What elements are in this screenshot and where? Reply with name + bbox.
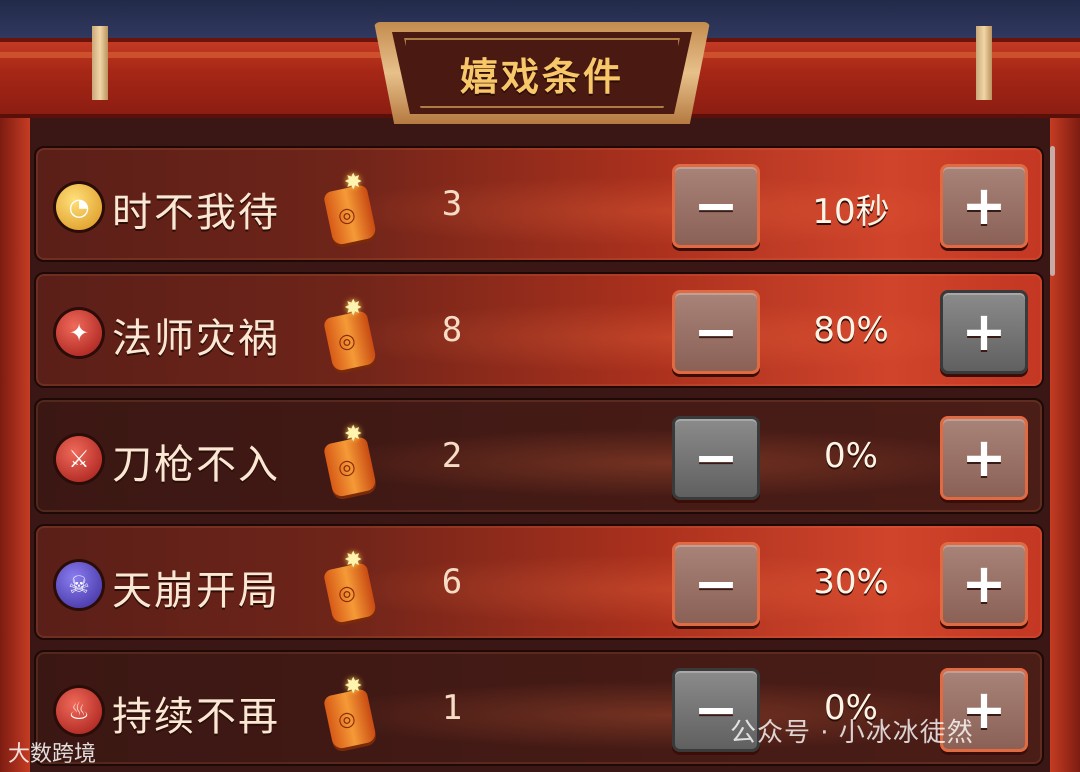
- beam-post-right: [976, 26, 992, 100]
- condition-score: 6: [441, 562, 463, 602]
- minus-icon: −: [693, 552, 739, 615]
- plus-icon: +: [961, 300, 1007, 363]
- minus-icon: −: [693, 300, 739, 363]
- minus-icon: −: [693, 174, 739, 237]
- plus-icon: +: [961, 552, 1007, 615]
- condition-row: ⚔ 刀枪不入 ✸ 2 − 0% +: [34, 398, 1044, 514]
- condition-value: 10秒: [812, 192, 890, 232]
- condition-name: 刀枪不入: [112, 442, 280, 488]
- minus-icon: −: [693, 426, 739, 489]
- condition-value: 80%: [813, 310, 889, 350]
- clock-icon-glyph: ◔: [68, 193, 90, 221]
- condition-name: 法师灾祸: [112, 316, 280, 362]
- condition-score: 8: [441, 310, 463, 350]
- increase-button[interactable]: +: [940, 416, 1028, 500]
- increase-button[interactable]: +: [940, 290, 1028, 374]
- clock-icon: ◔: [56, 184, 102, 230]
- decrease-button[interactable]: −: [672, 542, 760, 626]
- condition-name: 持续不再: [112, 694, 280, 740]
- page-title: 嬉戏条件: [459, 54, 624, 99]
- magic-shield-icon: ✦: [56, 310, 102, 356]
- condition-value: 0%: [824, 436, 878, 476]
- firecracker-icon: ✸: [322, 548, 378, 624]
- left-pillar: [0, 110, 30, 772]
- scrollbar[interactable]: [1050, 146, 1055, 276]
- sword-shield-icon: ⚔: [56, 436, 102, 482]
- watermark-left: 大数跨境: [8, 742, 97, 767]
- beam-post-left: [92, 26, 108, 100]
- decrease-button[interactable]: −: [672, 164, 760, 248]
- condition-row: ☠ 天崩开局 ✸ 6 − 30% +: [34, 524, 1044, 640]
- flame-shield-icon: ♨: [56, 688, 102, 734]
- skull-icon-glyph: ☠: [68, 571, 90, 599]
- flame-shield-icon-glyph: ♨: [68, 697, 90, 725]
- condition-row: ✦ 法师灾祸 ✸ 8 − 80% +: [34, 272, 1044, 388]
- magic-shield-icon-glyph: ✦: [68, 319, 90, 347]
- increase-button[interactable]: +: [940, 542, 1028, 626]
- plus-icon: +: [961, 426, 1007, 489]
- title-plaque-inner: 嬉戏条件: [392, 32, 692, 114]
- condition-row: ◔ 时不我待 ✸ 3 − 10秒 +: [34, 146, 1044, 262]
- firecracker-icon: ✸: [322, 296, 378, 372]
- condition-name: 时不我待: [112, 190, 280, 236]
- condition-value: 30%: [813, 562, 889, 602]
- firecracker-icon: ✸: [322, 422, 378, 498]
- sword-shield-icon-glyph: ⚔: [68, 445, 90, 473]
- condition-score: 3: [441, 184, 463, 224]
- increase-button[interactable]: +: [940, 164, 1028, 248]
- skull-icon: ☠: [56, 562, 102, 608]
- firecracker-icon: ✸: [322, 170, 378, 246]
- watermark-right: 公众号 · 小冰冰徒然: [730, 718, 974, 748]
- condition-score: 2: [441, 436, 463, 476]
- firecracker-icon: ✸: [322, 674, 378, 750]
- decrease-button[interactable]: −: [672, 416, 760, 500]
- plus-icon: +: [961, 174, 1007, 237]
- condition-name: 天崩开局: [112, 568, 280, 614]
- condition-score: 1: [441, 688, 463, 728]
- decrease-button[interactable]: −: [672, 290, 760, 374]
